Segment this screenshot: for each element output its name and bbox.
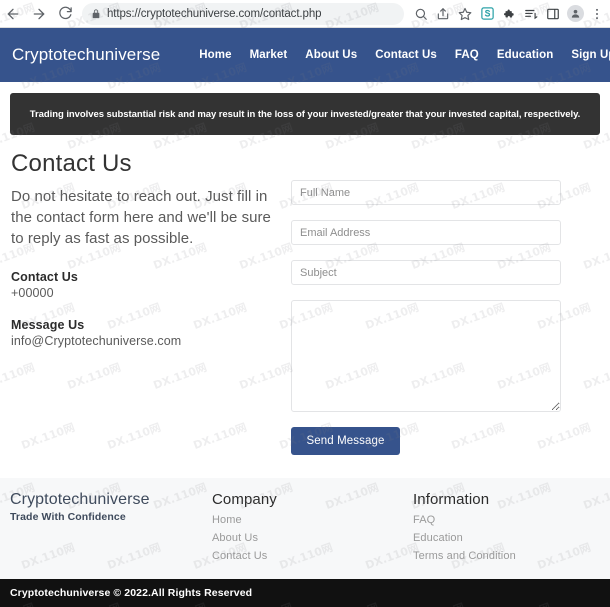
address-bar[interactable]: https://cryptotechuniverse.com/contact.p… (82, 2, 404, 25)
nav-link-about-us[interactable]: About Us (305, 49, 357, 61)
full-name-input[interactable] (291, 180, 561, 205)
lock-icon (91, 8, 101, 19)
three-dot-menu-icon[interactable] (586, 3, 608, 25)
copyright-text: Cryptotechuniverse © 2022.All Rights Res… (10, 587, 253, 599)
navbar-links: Home Market About Us Contact Us FAQ Educ… (199, 49, 610, 61)
puzzle-extensions-icon[interactable] (498, 3, 520, 25)
nav-link-home[interactable]: Home (199, 49, 231, 61)
url-text: https://cryptotechuniverse.com/contact.p… (107, 7, 322, 20)
footer-brand: Cryptotechuniverse (10, 491, 150, 508)
send-message-button[interactable]: Send Message (291, 427, 400, 455)
contact-form: Send Message (291, 180, 561, 455)
site-navbar: Cryptotechuniverse Home Market About Us … (0, 28, 610, 82)
back-arrow-icon[interactable] (0, 1, 26, 27)
footer-column-company: Company Home About Us Contact Us (212, 491, 277, 562)
avatar (566, 5, 584, 22)
contact-email-block: Message Us info@Cryptotechuniverse.com (11, 318, 283, 348)
footer-brand-column: Cryptotechuniverse Trade With Confidence (10, 491, 150, 523)
footer-link-terms[interactable]: Terms and Condition (413, 550, 516, 562)
risk-warning-banner: Trading involves substantial risk and ma… (10, 93, 600, 135)
contact-email-label: Message Us (11, 317, 85, 332)
nav-link-contact-us[interactable]: Contact Us (375, 49, 437, 61)
contact-email-value: info@Cryptotechuniverse.com (11, 333, 182, 348)
footer-heading-information: Information (413, 491, 490, 508)
reading-list-icon[interactable] (520, 3, 542, 25)
contact-info-column: Contact Us Do not hesitate to reach out.… (11, 150, 283, 348)
page-lead-text: Do not hesitate to reach out. Just fill … (11, 187, 271, 248)
footer-heading-company: Company (212, 491, 277, 508)
footer-link-education[interactable]: Education (413, 532, 516, 544)
footer-tagline: Trade With Confidence (10, 511, 126, 523)
search-icon[interactable] (410, 3, 432, 25)
contact-phone-block: Contact Us +00000 (11, 270, 283, 300)
email-address-input[interactable] (291, 220, 561, 245)
footer-column-information: Information FAQ Education Terms and Cond… (413, 491, 516, 562)
footer-link-home[interactable]: Home (212, 514, 277, 526)
contact-phone-label: Contact Us (11, 269, 78, 284)
contact-phone-value: +00000 (11, 285, 54, 300)
side-panel-icon[interactable] (542, 3, 564, 25)
nav-link-market[interactable]: Market (250, 49, 288, 61)
navbar-brand[interactable]: Cryptotechuniverse (12, 45, 160, 65)
risk-warning-text: Trading involves substantial risk and ma… (29, 108, 581, 120)
page-title: Contact Us (11, 150, 132, 177)
share-icon[interactable] (432, 3, 454, 25)
nav-link-education[interactable]: Education (497, 49, 554, 61)
subject-input[interactable] (291, 260, 561, 285)
nav-link-faq[interactable]: FAQ (455, 49, 479, 61)
bookmark-star-icon[interactable] (454, 3, 476, 25)
footer-link-faq[interactable]: FAQ (413, 514, 516, 526)
footer-link-about-us[interactable]: About Us (212, 532, 277, 544)
message-textarea[interactable] (291, 300, 561, 412)
site-footer: Cryptotechuniverse Trade With Confidence… (0, 478, 610, 579)
browser-action-icons (410, 3, 610, 25)
extension-s-icon[interactable] (476, 3, 498, 25)
profile-avatar-icon[interactable] (564, 3, 586, 25)
browser-toolbar: https://cryptotechuniverse.com/contact.p… (0, 0, 610, 28)
nav-link-sign-up[interactable]: Sign Up (571, 49, 610, 61)
reload-icon[interactable] (52, 1, 78, 27)
footer-link-contact-us[interactable]: Contact Us (212, 550, 277, 562)
forward-arrow-icon[interactable] (26, 1, 52, 27)
copyright-bar: Cryptotechuniverse © 2022.All Rights Res… (0, 579, 610, 607)
